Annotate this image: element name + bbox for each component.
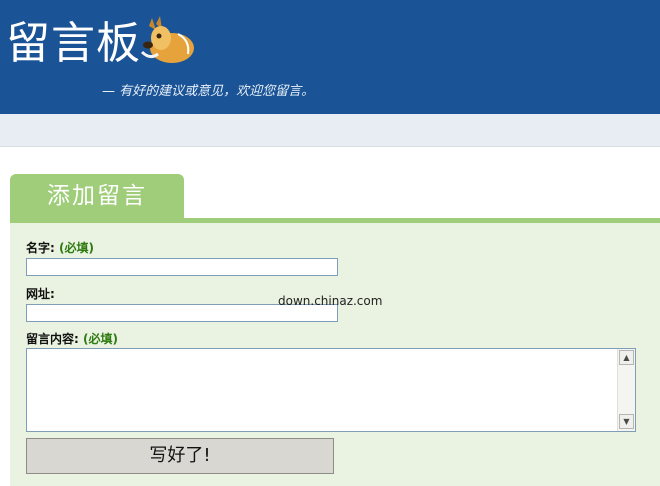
content-required-hint: (必填) [83,332,118,346]
scroll-down-icon[interactable]: ▼ [619,414,634,429]
header-banner: 留言板 — 有好的建议或意见，欢迎您留言。 [0,0,660,114]
url-label: 网址: [26,285,55,302]
name-required-hint: (必填) [59,241,94,255]
content-label: 留言内容: (必填) [26,330,118,347]
url-label-text: 网址: [26,287,55,301]
name-input[interactable] [26,258,338,276]
site-title: 留言板 [6,18,141,69]
content-label-text: 留言内容: [26,332,79,346]
submit-button[interactable]: 写好了! [26,438,334,474]
tab-add-message[interactable]: 添加留言 [10,174,184,220]
name-label-text: 名字: [26,241,55,255]
message-textarea[interactable]: ▲ ▼ [26,348,636,432]
tab-label: 添加留言 [47,183,147,209]
header-band [0,114,660,147]
scroll-up-icon[interactable]: ▲ [619,350,634,365]
watermark-text: down.chinaz.com [278,294,383,308]
mascot-dog-logo-icon [140,12,198,70]
name-label: 名字: (必填) [26,239,94,256]
site-subtitle: — 有好的建议或意见，欢迎您留言。 [102,84,315,99]
textarea-scrollbar[interactable]: ▲ ▼ [617,349,635,431]
